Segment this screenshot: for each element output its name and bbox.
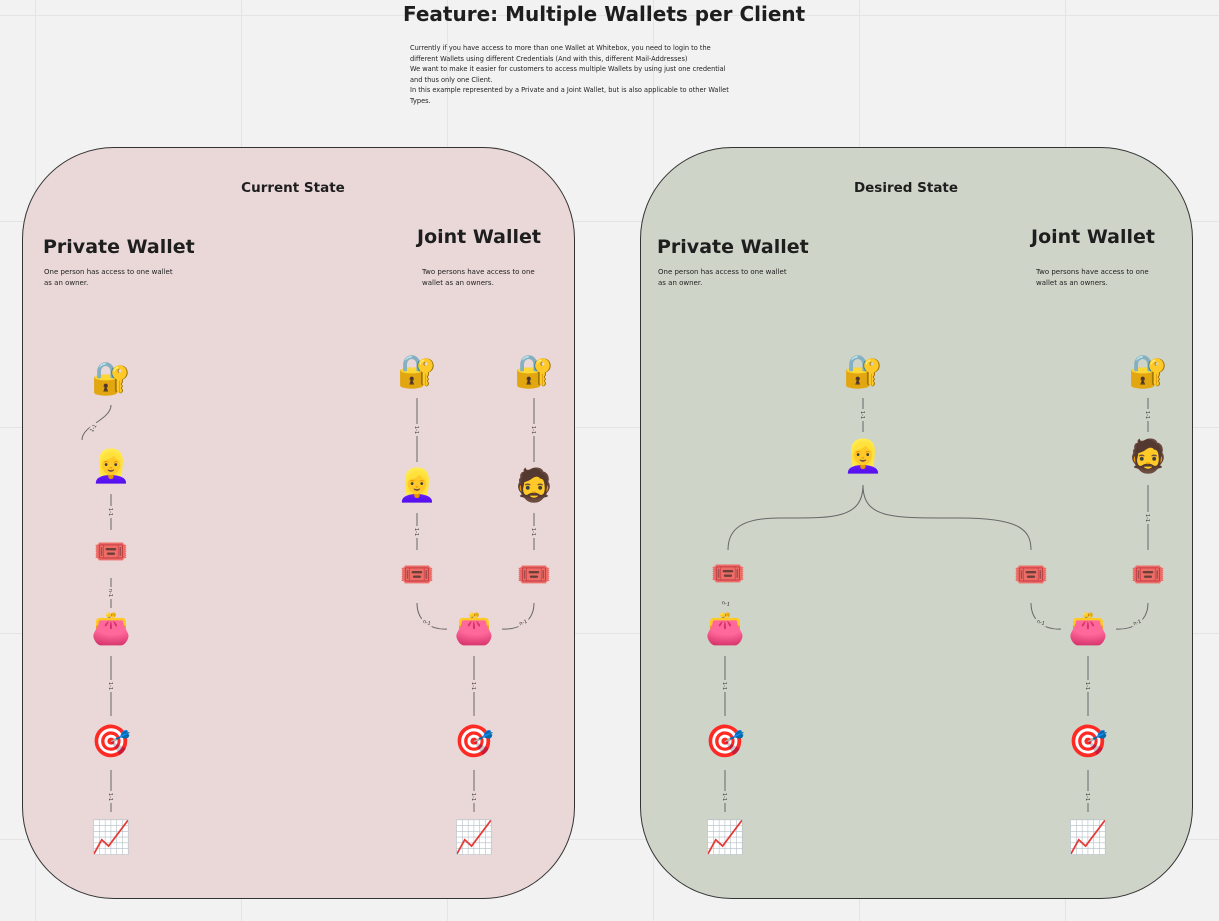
relation-label: 1-1 [1144, 514, 1150, 522]
desired-private-wallet-icon: 👛 [705, 609, 745, 647]
desired-joint-credential-b-icon: 🎟️ [1130, 558, 1166, 591]
current-joint-credential-b-icon: 🎟️ [516, 558, 552, 591]
desired-private-credential-icon: 🎟️ [710, 557, 746, 590]
current-joint-person-a-icon: 👱‍♀️ [397, 466, 437, 504]
current-joint-chart-icon: 📈 [454, 818, 494, 856]
relation-label: n-1 [107, 589, 113, 597]
relation-label: 1-1 [859, 411, 865, 419]
desired-joint-wallet-icon: 👛 [1068, 609, 1108, 647]
relation-label: n-1 [721, 600, 730, 608]
relation-label: 1-1 [470, 793, 476, 801]
relation-label: 1-1 [530, 426, 536, 434]
relation-label: 1-1 [530, 528, 536, 536]
desired-joint-goal-icon: 🎯 [1068, 722, 1108, 760]
current-joint-lock-a-icon: 🔐 [397, 352, 437, 390]
current-joint-person-b-icon: 🧔 [514, 466, 554, 504]
relation-label: 1-1 [107, 793, 113, 801]
current-joint-lock-b-icon: 🔐 [514, 352, 554, 390]
relation-label: 1-1 [470, 682, 476, 690]
relation-label: 1-1 [107, 682, 113, 690]
connector-layer: 1-11-1n-11-11-11-1 1-11-1 1-1n-1 n-11-11-11… [81, 398, 1151, 812]
desired-joint-lock-icon: 🔐 [1128, 352, 1168, 390]
relation-label: 1-1 [721, 793, 727, 801]
current-joint-credential-a-icon: 🎟️ [399, 558, 435, 591]
relation-label: 1-1 [721, 682, 727, 690]
desired-private-chart-icon: 📈 [705, 818, 745, 856]
current-private-wallet-icon: 👛 [91, 609, 131, 647]
desired-lock-icon: 🔐 [843, 352, 883, 390]
relation-label: 1-1 [1084, 682, 1090, 690]
current-private-lock-icon: 🔐 [91, 359, 131, 397]
current-private-person-icon: 👱‍♀️ [91, 447, 131, 485]
relation-label: 1-1 [1084, 793, 1090, 801]
current-private-credential-icon: 🎟️ [93, 535, 129, 568]
relation-label: 1-1 [1144, 411, 1150, 419]
current-joint-goal-icon: 🎯 [454, 722, 494, 760]
relation-label: 1-1 [107, 508, 113, 516]
desired-joint-person-icon: 🧔 [1128, 437, 1168, 475]
desired-private-goal-icon: 🎯 [705, 722, 745, 760]
current-joint-wallet-icon: 👛 [454, 609, 494, 647]
relation-label: 1-1 [413, 426, 419, 434]
relation-connector [862, 484, 1032, 551]
desired-joint-chart-icon: 📈 [1068, 818, 1108, 856]
relation-connector [727, 484, 864, 551]
desired-joint-credential-a-icon: 🎟️ [1013, 558, 1049, 591]
relation-label: 1-1 [413, 528, 419, 536]
desired-person-icon: 👱‍♀️ [843, 437, 883, 475]
relation-connector [81, 404, 112, 441]
current-private-chart-icon: 📈 [91, 818, 131, 856]
current-private-goal-icon: 🎯 [91, 722, 131, 760]
